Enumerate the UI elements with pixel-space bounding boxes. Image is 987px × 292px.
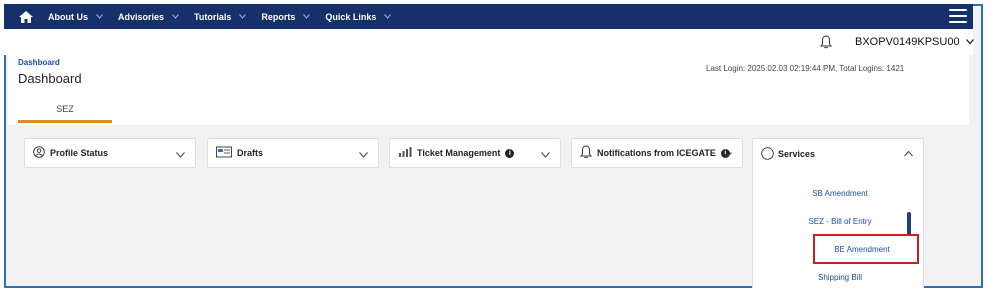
services-card-header[interactable]: Services — [753, 139, 923, 169]
chevron-up-icon — [904, 149, 913, 159]
nav-about-us-label: About Us — [48, 11, 88, 22]
page-header: Dashboard Dashboard Last Login: 2025.02.… — [8, 55, 969, 125]
top-navbar: About Us Advisories Tutorials Reports Qu… — [4, 4, 973, 29]
page-title: Dashboard — [18, 71, 82, 86]
tab-sez[interactable]: SEZ — [18, 99, 112, 123]
nav-advisories-label: Advisories — [118, 11, 165, 22]
service-shipping-bill[interactable]: Shipping Bill — [775, 273, 905, 282]
ticket-management-card[interactable]: Ticket Management i — [389, 138, 561, 168]
chevron-down-icon — [239, 13, 247, 21]
home-icon[interactable] — [4, 4, 48, 29]
services-panel: Services SB Amendment SEZ - Bill of Entr… — [752, 138, 924, 288]
nav-tutorials[interactable]: Tutorials — [194, 12, 247, 22]
services-scrollbar[interactable] — [907, 212, 911, 236]
notifications-label: Notifications from ICEGATE — [597, 148, 716, 158]
chevron-down-icon — [384, 13, 392, 21]
notifications-card[interactable]: Notifications from ICEGATE i — [571, 138, 743, 168]
services-label: Services — [778, 149, 816, 159]
profile-status-label: Profile Status — [50, 148, 109, 158]
drafts-label: Drafts — [237, 148, 264, 158]
chevron-down-icon — [359, 150, 368, 159]
nav-quick-links[interactable]: Quick Links — [325, 12, 392, 22]
user-bar: BXOPV0149KPSU00 — [4, 29, 974, 55]
chevron-down-icon — [723, 150, 732, 159]
hamburger-menu-icon[interactable] — [949, 9, 967, 23]
profile-icon — [33, 146, 45, 160]
nav-advisories[interactable]: Advisories — [118, 12, 180, 22]
chevron-down-icon — [172, 13, 180, 21]
drafts-icon — [216, 146, 232, 160]
chevron-down-icon — [541, 150, 550, 159]
bell-icon — [580, 145, 592, 161]
bell-icon[interactable] — [820, 35, 832, 49]
nav-quick-links-label: Quick Links — [325, 11, 377, 22]
nav-reports-label: Reports — [261, 11, 296, 22]
nav-about-us[interactable]: About Us — [48, 12, 104, 22]
nav-reports[interactable]: Reports — [261, 12, 311, 22]
ticket-chart-icon — [398, 146, 412, 160]
highlight-box — [813, 234, 919, 264]
services-circle-icon — [761, 146, 774, 162]
chevron-down-icon — [96, 13, 104, 21]
chevron-down-icon — [303, 13, 311, 21]
drafts-card[interactable]: Drafts — [207, 138, 379, 168]
profile-status-card[interactable]: Profile Status — [24, 138, 196, 168]
chevron-down-icon — [176, 150, 185, 159]
info-icon[interactable]: i — [505, 148, 515, 158]
chevron-down-icon — [965, 36, 974, 48]
breadcrumb[interactable]: Dashboard — [18, 58, 60, 67]
service-sez-bill-of-entry[interactable]: SEZ - Bill of Entry — [775, 217, 905, 226]
ticket-management-label: Ticket Management — [417, 148, 501, 158]
user-id: BXOPV0149KPSU00 — [855, 36, 960, 48]
service-sb-amendment[interactable]: SB Amendment — [775, 189, 905, 198]
last-login-text: Last Login: 2025.02.03 02:19:44 PM, Tota… — [706, 64, 905, 73]
user-menu[interactable]: BXOPV0149KPSU00 — [855, 36, 974, 48]
nav-tutorials-label: Tutorials — [194, 11, 232, 22]
